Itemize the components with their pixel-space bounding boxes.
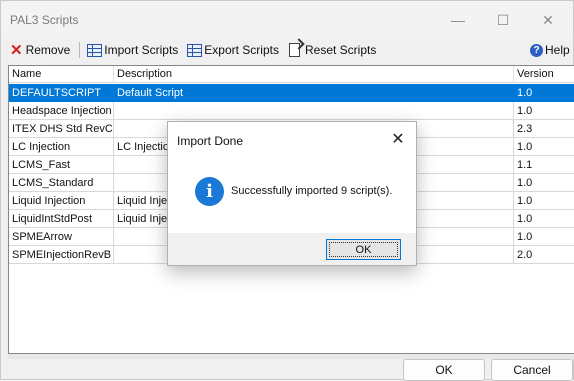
cell-version: 1.0 <box>514 174 574 192</box>
cell-version: 2.0 <box>514 246 574 264</box>
cell-name: Liquid Injection <box>9 192 114 210</box>
reset-icon <box>288 43 300 57</box>
cell-name: LiquidIntStdPost <box>9 210 114 228</box>
help-icon: ? <box>530 43 543 57</box>
cell-name: LC Injection <box>9 138 114 156</box>
column-header-description[interactable]: Description <box>114 66 514 83</box>
cell-description: Default Script <box>114 84 514 102</box>
cell-version: 1.0 <box>514 138 574 156</box>
table-row[interactable]: Headspace Injection 1.0 <box>9 102 574 120</box>
cancel-button[interactable]: Cancel <box>491 359 573 381</box>
window-title: PAL3 Scripts <box>10 13 79 27</box>
info-icon: i <box>195 177 224 206</box>
cell-version: 1.0 <box>514 84 574 102</box>
dialog-title: Import Done <box>177 134 244 148</box>
ok-button[interactable]: OK <box>403 359 485 381</box>
cell-description <box>114 102 514 120</box>
dialog-message: Successfully imported 9 script(s). <box>231 185 393 197</box>
cell-name: LCMS_Fast <box>9 156 114 174</box>
cell-version: 1.0 <box>514 102 574 120</box>
remove-button[interactable]: ✕ Remove <box>7 39 73 61</box>
import-label: Import Scripts <box>104 43 179 57</box>
toolbar: ✕ Remove Import Scripts Export Scripts R… <box>1 39 573 61</box>
cell-name: ITEX DHS Std RevC <box>9 120 114 138</box>
reset-scripts-button[interactable]: Reset Scripts <box>286 39 379 61</box>
import-scripts-button[interactable]: Import Scripts <box>84 39 181 61</box>
import-done-dialog: Import Done ✕ i Successfully imported 9 … <box>167 121 417 266</box>
cell-name: SPMEArrow <box>9 228 114 246</box>
minimize-button[interactable]: — <box>438 7 478 33</box>
cell-version: 2.3 <box>514 120 574 138</box>
remove-label: Remove <box>25 43 71 57</box>
cell-name: LCMS_Standard <box>9 174 114 192</box>
cell-name: Headspace Injection <box>9 102 114 120</box>
export-scripts-button[interactable]: Export Scripts <box>184 39 282 61</box>
help-button[interactable]: ? Help <box>527 39 573 61</box>
column-header-version[interactable]: Version <box>514 66 574 83</box>
export-label: Export Scripts <box>204 43 279 57</box>
close-button[interactable]: ✕ <box>528 7 568 33</box>
help-label: Help <box>545 43 570 57</box>
maximize-button[interactable]: ☐ <box>483 7 523 33</box>
cell-version: 1.0 <box>514 210 574 228</box>
table-row[interactable]: DEFAULTSCRIPT Default Script 1.0 <box>9 84 574 102</box>
cell-name: SPMEInjectionRevB <box>9 246 114 264</box>
dialog-close-button[interactable]: ✕ <box>388 128 408 150</box>
reset-label: Reset Scripts <box>304 43 377 57</box>
import-icon <box>87 43 103 57</box>
list-header: Name Description Version <box>9 66 574 83</box>
toolbar-separator <box>79 42 81 58</box>
dialog-ok-button[interactable]: OK <box>326 239 401 260</box>
remove-icon: ✕ <box>10 41 23 59</box>
cell-version: 1.1 <box>514 156 574 174</box>
horizontal-scrollbar[interactable] <box>8 354 574 359</box>
cell-version: 1.0 <box>514 228 574 246</box>
title-bar: PAL3 Scripts — ☐ ✕ <box>1 1 573 39</box>
column-header-name[interactable]: Name <box>9 66 114 83</box>
export-icon <box>187 43 203 57</box>
cell-version: 1.0 <box>514 192 574 210</box>
cell-name: DEFAULTSCRIPT <box>9 84 114 102</box>
dialog-footer: OK <box>168 233 416 265</box>
